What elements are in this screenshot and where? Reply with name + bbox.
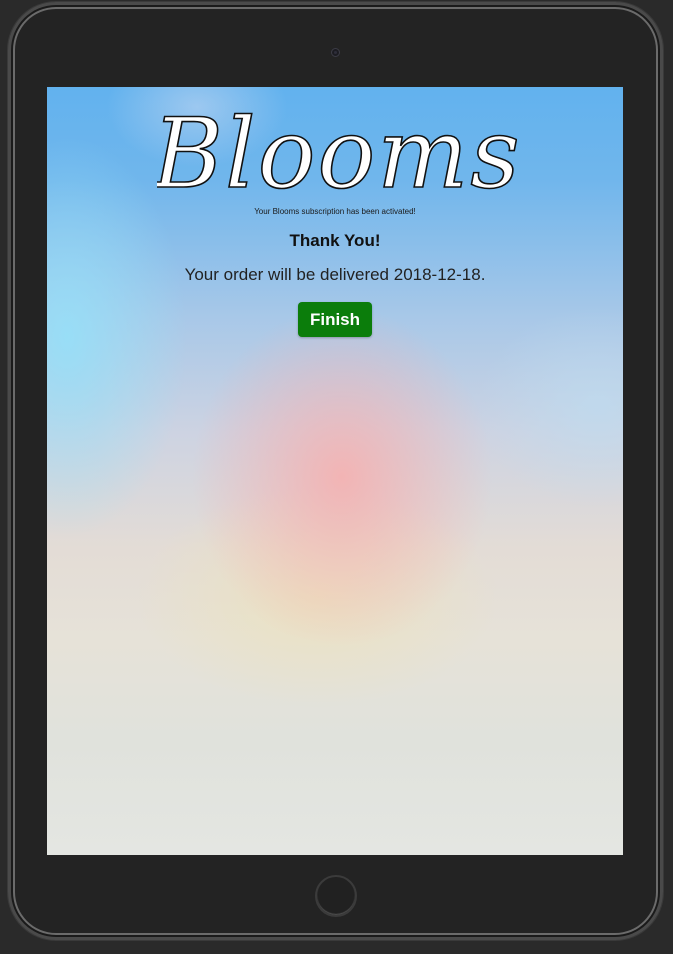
activation-message: Your Blooms subscription has been activa… xyxy=(254,207,416,216)
home-button[interactable] xyxy=(315,875,357,917)
delivery-message: Your order will be delivered 2018-12-18. xyxy=(184,265,486,284)
thank-you-heading: Thank You! xyxy=(289,231,381,250)
finish-button[interactable]: Finish xyxy=(298,302,372,337)
app-screen: Blooms Your Blooms subscription has been… xyxy=(47,87,623,855)
blooms-logo: Blooms xyxy=(157,97,517,199)
camera-icon xyxy=(331,48,340,57)
logo-text: Blooms xyxy=(157,98,517,199)
